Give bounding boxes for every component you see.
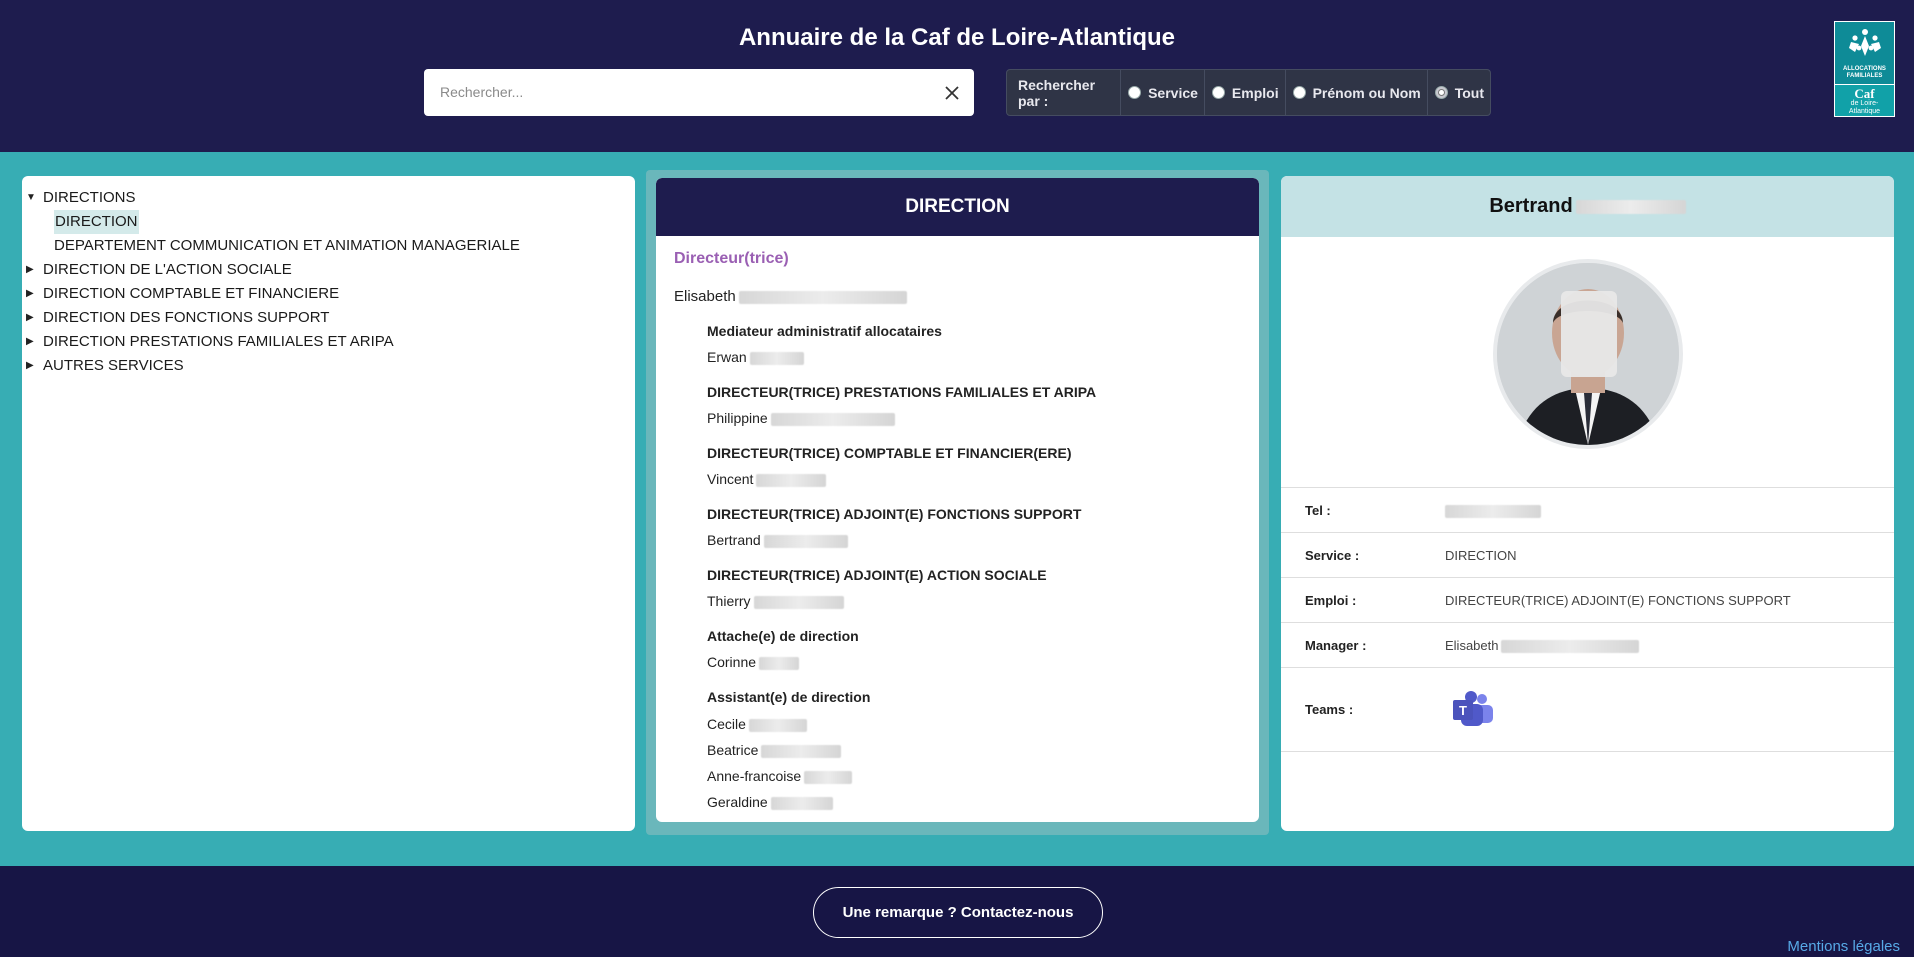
radio-button-icon[interactable] — [1292, 86, 1306, 99]
service-title: DIRECTION — [656, 178, 1259, 236]
caret-right-icon[interactable]: ▶ — [26, 306, 34, 330]
member-name[interactable]: Geraldine — [707, 789, 870, 815]
person-info-table: Tel : Service : DIRECTION Emploi : DIREC… — [1281, 487, 1894, 752]
redacted-surname — [738, 290, 907, 304]
redacted-surname — [1575, 199, 1686, 214]
redacted-surname — [759, 656, 800, 670]
redacted-surname — [763, 534, 848, 548]
row-teams: Teams : T — [1281, 667, 1894, 752]
page-title: Annuaire de la Caf de Loire-Atlantique — [738, 24, 1176, 51]
caret-down-icon[interactable]: ▼ — [26, 186, 36, 210]
tree-item-autres-services[interactable]: ▶ AUTRES SERVICES — [22, 354, 635, 378]
family-logo-icon — [1848, 29, 1881, 56]
member-group: Mediateur administratif allocataires Erw… — [707, 323, 942, 370]
redacted-surname — [770, 412, 895, 426]
tree-item-action-sociale[interactable]: ▶ DIRECTION DE L'ACTION SOCIALE — [22, 258, 635, 282]
member-group: DIRECTEUR(TRICE) PRESTATIONS FAMILIALES … — [707, 384, 1096, 431]
redacted-surname — [1501, 640, 1640, 654]
caret-right-icon[interactable]: ▶ — [26, 282, 34, 306]
row-service: Service : DIRECTION — [1281, 532, 1894, 577]
svg-text:T: T — [1459, 703, 1467, 718]
caret-right-icon[interactable]: ▶ — [26, 354, 34, 378]
redacted-surname — [761, 744, 842, 758]
manager-value[interactable]: Elisabeth — [1445, 638, 1640, 654]
footer: Une remarque ? Contactez-nous Mentions l… — [0, 866, 1914, 957]
member-name[interactable]: Erwan — [707, 345, 942, 370]
member-name[interactable]: Cecile — [707, 711, 870, 737]
member-name[interactable]: Vincent — [707, 467, 1072, 492]
row-tel: Tel : — [1281, 487, 1894, 532]
member-name[interactable]: Beatrice — [707, 737, 870, 763]
member-name[interactable]: Bertrand — [707, 528, 1081, 553]
main-area: ▼ DIRECTIONS DIRECTION DEPARTEMENT COMMU… — [0, 152, 1914, 866]
redacted-surname — [804, 770, 853, 784]
emploi-value: DIRECTEUR(TRICE) ADJOINT(E) FONCTIONS SU… — [1445, 593, 1791, 608]
caret-right-icon[interactable]: ▶ — [26, 330, 34, 354]
member-group: Assistant(e) de direction Cecile Beatric… — [707, 689, 870, 815]
caret-right-icon[interactable]: ▶ — [26, 258, 34, 282]
member-group: DIRECTEUR(TRICE) ADJOINT(E) FONCTIONS SU… — [707, 506, 1081, 553]
redacted-phone — [1445, 505, 1541, 519]
radio-prenom-nom[interactable]: Prénom ou Nom — [1286, 70, 1428, 115]
main-role: Directeur(trice) — [674, 250, 789, 267]
contact-button[interactable]: Une remarque ? Contactez-nous — [813, 887, 1103, 938]
radio-tout[interactable]: Tout — [1428, 70, 1490, 115]
service-panel-wrap: DIRECTION Directeur(trice) Elisabeth Med… — [646, 170, 1269, 835]
radio-button-icon[interactable] — [1211, 86, 1225, 99]
service-panel: DIRECTION Directeur(trice) Elisabeth Med… — [656, 178, 1259, 822]
person-name-header: Bertrand — [1281, 176, 1894, 237]
tree-item-comptable-financiere[interactable]: ▶ DIRECTION COMPTABLE ET FINANCIERE — [22, 282, 635, 306]
caf-logo: ALLOCATIONS FAMILIALES Caf de Loire- Atl… — [1834, 21, 1895, 117]
legal-link[interactable]: Mentions légales — [1787, 938, 1900, 955]
search-mode-group: Rechercher par : Service Emploi Prénom o… — [1006, 69, 1491, 116]
row-emploi: Emploi : DIRECTEUR(TRICE) ADJOINT(E) FON… — [1281, 577, 1894, 622]
tree-item-fonctions-support[interactable]: ▶ DIRECTION DES FONCTIONS SUPPORT — [22, 306, 635, 330]
main-person[interactable]: Elisabeth — [674, 288, 907, 305]
service-value: DIRECTION — [1445, 548, 1517, 563]
service-tree: ▼ DIRECTIONS DIRECTION DEPARTEMENT COMMU… — [22, 176, 635, 831]
redacted-surname — [749, 351, 804, 365]
close-icon[interactable] — [942, 83, 962, 103]
search-box — [424, 69, 974, 116]
member-group: Attache(e) de direction Corinne — [707, 628, 859, 675]
tel-value[interactable] — [1445, 503, 1541, 519]
member-group: DIRECTEUR(TRICE) ADJOINT(E) ACTION SOCIA… — [707, 567, 1047, 614]
tree-item-directions[interactable]: ▼ DIRECTIONS — [22, 186, 635, 210]
radio-service[interactable]: Service — [1121, 70, 1205, 115]
member-name[interactable]: Corinne — [707, 650, 859, 675]
search-input[interactable] — [440, 81, 920, 103]
redacted-surname — [756, 473, 827, 487]
tree-item-prestations-familiales[interactable]: ▶ DIRECTION PRESTATIONS FAMILIALES ET AR… — [22, 330, 635, 354]
member-name[interactable]: Philippine — [707, 406, 1096, 431]
member-name[interactable]: Thierry — [707, 589, 1047, 614]
teams-icon[interactable]: T — [1451, 690, 1495, 730]
header: Annuaire de la Caf de Loire-Atlantique R… — [0, 0, 1914, 152]
row-manager: Manager : Elisabeth — [1281, 622, 1894, 667]
redacted-surname — [770, 796, 833, 810]
redacted-surname — [748, 718, 807, 732]
tree-item-direction[interactable]: DIRECTION — [22, 210, 635, 234]
search-mode-label: Rechercher par : — [1007, 70, 1122, 115]
logo-bottom: Caf de Loire- Atlantique — [1835, 84, 1894, 116]
tree-item-departement-communication[interactable]: DEPARTEMENT COMMUNICATION ET ANIMATION M… — [22, 234, 635, 258]
redacted-surname — [753, 595, 844, 609]
person-photo — [1493, 259, 1683, 449]
member-group: DIRECTEUR(TRICE) COMPTABLE ET FINANCIER(… — [707, 445, 1072, 492]
member-name[interactable]: Anne-francoise — [707, 763, 870, 789]
radio-button-icon[interactable] — [1128, 86, 1142, 99]
person-silhouette-icon — [1497, 263, 1679, 445]
radio-emploi[interactable]: Emploi — [1205, 70, 1286, 115]
radio-button-checked-icon[interactable] — [1434, 86, 1448, 99]
person-detail-panel: Bertrand Tel : Service : DIRECTION Emplo… — [1281, 176, 1894, 831]
